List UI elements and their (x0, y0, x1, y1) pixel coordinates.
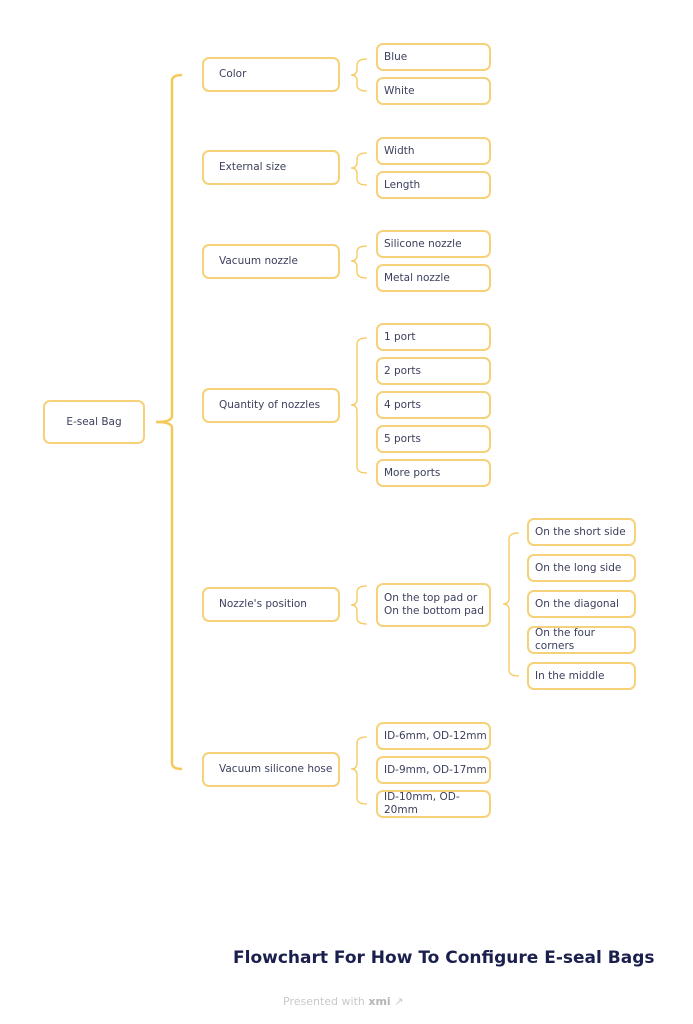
leaf-label: 2 ports (384, 364, 422, 377)
leaf-label: Silicone nozzle (384, 237, 462, 250)
branch-label: External size (219, 161, 287, 173)
branch-nozzle-position[interactable]: Nozzle's position (202, 587, 340, 622)
position-bracket (350, 585, 368, 625)
leaf-node[interactable]: Metal nozzle (376, 264, 491, 292)
leaf-label: 5 ports (384, 432, 422, 445)
hose-bracket (350, 736, 368, 805)
credit-link[interactable]: Presented with xmi ↗ (283, 995, 403, 1008)
leaf-node[interactable]: ID-9mm, OD-17mm (376, 756, 491, 784)
leaf-node[interactable]: 5 ports (376, 425, 491, 453)
credit-prefix: Presented with (283, 995, 365, 1008)
leaf-label: On the top pad or On the bottom pad (384, 592, 484, 617)
position-pad-node[interactable]: On the top pad or On the bottom pad (376, 583, 491, 627)
leaf-node[interactable]: On the diagonal (527, 590, 636, 618)
leaf-node[interactable]: Silicone nozzle (376, 230, 491, 258)
branch-label: Quantity of nozzles (219, 399, 321, 411)
leaf-label: ID-10mm, OD-20mm (384, 791, 460, 816)
leaf-label: On the long side (535, 561, 622, 574)
leaf-label: Length (384, 178, 421, 191)
leaf-node[interactable]: Blue (376, 43, 491, 71)
page-title: Flowchart For How To Configure E-seal Ba… (233, 948, 655, 968)
leaf-label: Width (384, 144, 415, 157)
external-link-icon: ↗ (394, 995, 404, 1008)
pad-bracket (502, 532, 520, 677)
color-bracket (350, 58, 368, 92)
connectors (155, 58, 520, 805)
root-node[interactable]: E-seal Bag (43, 400, 145, 444)
branch-label: Color (219, 68, 247, 80)
leaf-node[interactable]: On the four corners (527, 626, 636, 654)
root-bracket (155, 73, 183, 771)
leaf-label: On the four corners (535, 627, 595, 652)
leaf-label: 1 port (384, 330, 416, 343)
leaf-node[interactable]: ID-10mm, OD-20mm (376, 790, 491, 818)
leaf-label: White (384, 84, 415, 97)
branch-label: Vacuum nozzle (219, 255, 298, 267)
branch-label: Nozzle's position (219, 598, 307, 610)
leaf-node[interactable]: On the short side (527, 518, 636, 546)
leaf-node[interactable]: More ports (376, 459, 491, 487)
leaf-node[interactable]: 1 port (376, 323, 491, 351)
size-bracket (350, 152, 368, 186)
root-node-label: E-seal Bag (66, 415, 122, 428)
leaf-label: In the middle (535, 669, 605, 682)
leaf-node[interactable]: White (376, 77, 491, 105)
quantity-bracket (350, 337, 368, 474)
leaf-label: On the diagonal (535, 597, 619, 610)
leaf-label: Metal nozzle (384, 271, 450, 284)
leaf-label: 4 ports (384, 398, 422, 411)
leaf-label: More ports (384, 466, 441, 479)
leaf-node[interactable]: Length (376, 171, 491, 199)
leaf-label: ID-9mm, OD-17mm (384, 763, 487, 776)
leaf-node[interactable]: In the middle (527, 662, 636, 690)
branch-external-size[interactable]: External size (202, 150, 340, 185)
leaf-node[interactable]: On the long side (527, 554, 636, 582)
leaf-label: On the short side (535, 525, 626, 538)
leaf-node[interactable]: 2 ports (376, 357, 491, 385)
nozzle-bracket (350, 245, 368, 279)
leaf-label: Blue (384, 50, 408, 63)
brand-name: xmi (368, 995, 391, 1008)
leaf-node[interactable]: ID-6mm, OD-12mm (376, 722, 491, 750)
leaf-label: ID-6mm, OD-12mm (384, 729, 487, 742)
leaf-node[interactable]: 4 ports (376, 391, 491, 419)
branch-quantity-of-nozzles[interactable]: Quantity of nozzles (202, 388, 340, 423)
branch-vacuum-nozzle[interactable]: Vacuum nozzle (202, 244, 340, 279)
branch-label: Vacuum silicone hose (219, 763, 333, 775)
mind-map-canvas: E-seal Bag Color External size Vacuum no… (0, 0, 693, 1024)
branch-color[interactable]: Color (202, 57, 340, 92)
branch-vacuum-silicone-hose[interactable]: Vacuum silicone hose (202, 752, 340, 787)
leaf-node[interactable]: Width (376, 137, 491, 165)
